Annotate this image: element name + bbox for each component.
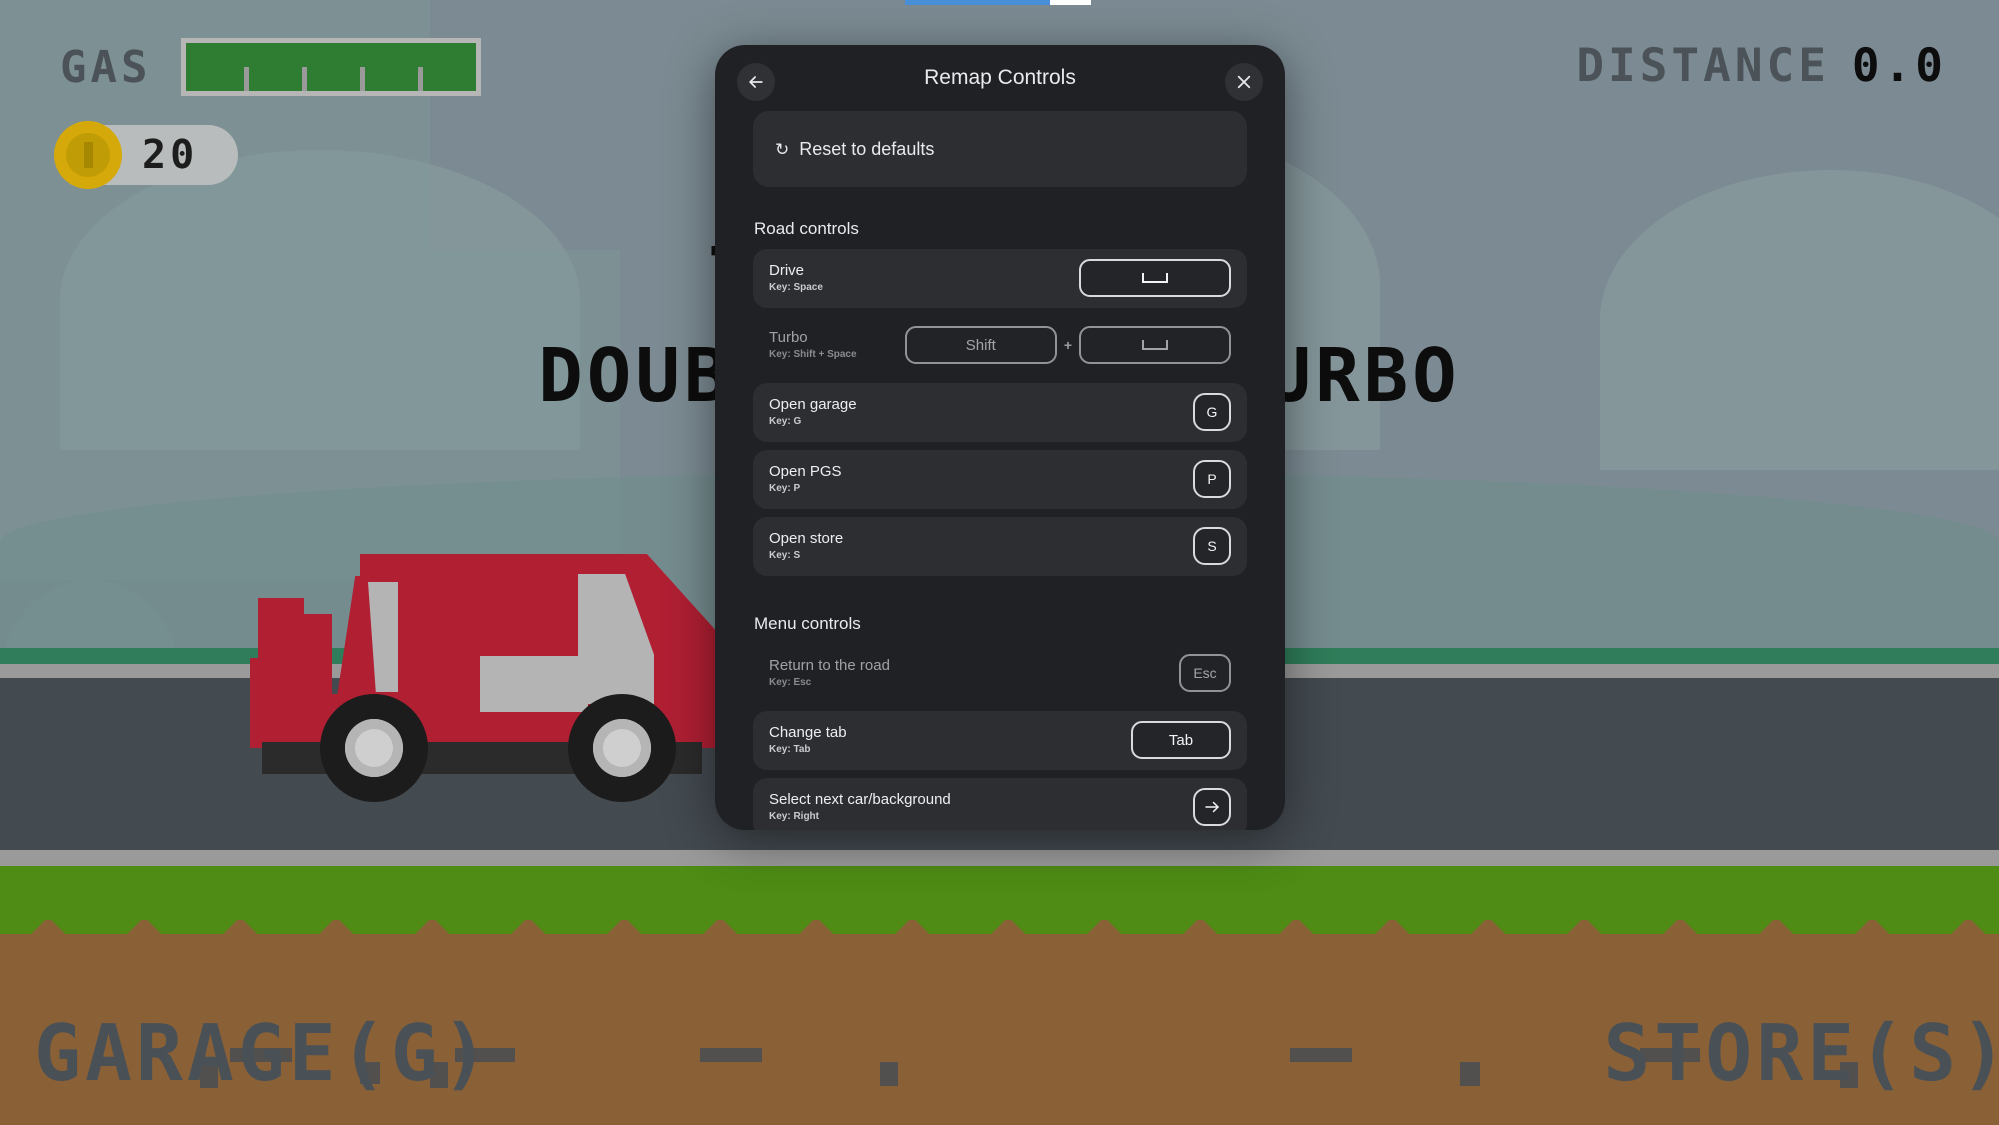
keycap-s[interactable]: S — [1193, 527, 1231, 565]
loading-bar-fill — [905, 0, 1050, 5]
control-name: Open PGS — [769, 462, 842, 480]
control-row[interactable]: Return to the road Key: Esc Esc — [753, 644, 1247, 703]
reset-to-defaults-button[interactable]: ↻ Reset to defaults — [753, 111, 1247, 187]
control-current-key: Key: Space — [769, 282, 823, 294]
keycap-space[interactable] — [1079, 259, 1231, 297]
road-edge-bottom — [0, 850, 1999, 866]
control-row-text: Open garage Key: G — [769, 395, 857, 428]
car-wheel-rear — [320, 694, 428, 802]
coin-badge: 20 — [54, 121, 238, 189]
control-name: Open store — [769, 529, 844, 547]
keycap-shift[interactable]: Shift — [904, 326, 1057, 364]
dialog-header: Remap Controls — [715, 45, 1285, 111]
keycap-group: Shift + — [904, 326, 1231, 364]
control-name: Return to the road — [769, 656, 890, 674]
control-current-key: Key: G — [769, 416, 802, 428]
control-row[interactable]: Select next car/background Key: Right — [753, 778, 1247, 830]
close-button[interactable] — [1225, 63, 1263, 101]
dialog-title: Remap Controls — [924, 66, 1076, 89]
garage-label[interactable]: GARAGE(G) — [34, 1009, 493, 1099]
gas-label: GAS — [60, 41, 152, 93]
control-current-key: Key: Right — [769, 811, 819, 823]
coin-icon — [54, 121, 122, 189]
control-current-key: Key: Esc — [769, 677, 812, 689]
control-row-text: Select next car/background Key: Right — [769, 790, 951, 823]
section-title: Road controls — [754, 219, 859, 238]
keycap-arrow-right[interactable] — [1193, 788, 1231, 826]
store-label[interactable]: STORE(S) — [1603, 1009, 1999, 1099]
reset-to-defaults-label: Reset to defaults — [799, 138, 935, 159]
control-row[interactable]: Drive Key: Space — [753, 249, 1247, 308]
spacebar-icon — [1142, 273, 1168, 283]
control-row-text: Change tab Key: Tab — [769, 723, 847, 756]
remap-controls-dialog: Remap Controls ↻ Reset to defaults Road … — [715, 45, 1285, 830]
keycap-group: S — [1193, 527, 1231, 565]
control-name: Open garage — [769, 395, 857, 413]
distance-readout: DISTANCE 0.0 — [1576, 38, 1947, 92]
gas-bar — [181, 38, 482, 96]
control-row-text: Open store Key: S — [769, 529, 844, 562]
loading-bar — [905, 0, 1091, 5]
control-row[interactable]: Turbo Key: Shift + Space Shift + — [753, 316, 1247, 375]
distance-value: 0.0 — [1851, 38, 1947, 92]
refresh-icon: ↻ — [775, 139, 790, 159]
spacebar-icon — [1142, 340, 1168, 350]
control-current-key: Key: Shift + Space — [769, 349, 857, 361]
arrow-right-icon — [1205, 801, 1219, 813]
keycap-esc[interactable]: Esc — [1179, 654, 1231, 692]
control-row-text: Turbo Key: Shift + Space — [769, 328, 857, 361]
keycap-group: Esc — [1179, 654, 1231, 692]
control-row[interactable]: Open garage Key: G G — [753, 383, 1247, 442]
coin-count: 20 — [142, 132, 199, 178]
keycap-group — [1193, 788, 1231, 826]
control-name: Change tab — [769, 723, 847, 741]
keycap-tab[interactable]: Tab — [1131, 721, 1231, 759]
control-row[interactable]: Open PGS Key: P P — [753, 450, 1247, 509]
keycap-group: Tab — [1131, 721, 1231, 759]
control-row-text: Drive Key: Space — [769, 261, 823, 294]
control-name: Drive — [769, 261, 805, 279]
keycap-group: G — [1193, 393, 1231, 431]
distance-label: DISTANCE — [1576, 38, 1830, 92]
control-current-key: Key: S — [769, 550, 801, 562]
arrow-left-icon — [749, 76, 763, 88]
keycap-group — [1079, 259, 1231, 297]
section-title: Menu controls — [754, 614, 861, 633]
grass-dirt-edge — [0, 900, 1999, 934]
keycap-group: P — [1193, 460, 1231, 498]
control-name: Turbo — [769, 328, 808, 346]
key-combo-plus: + — [1063, 337, 1072, 353]
control-current-key: Key: Tab — [769, 744, 811, 756]
control-row[interactable]: Change tab Key: Tab Tab — [753, 711, 1247, 770]
car-wheel-front — [568, 694, 676, 802]
control-row-text: Open PGS Key: P — [769, 462, 842, 495]
keycap-g[interactable]: G — [1193, 393, 1231, 431]
close-icon — [1237, 75, 1251, 89]
screen: GAS 20 DISTANCE 0.0 TAP TO DRIVE DOUBLE … — [0, 0, 1999, 1125]
control-current-key: Key: P — [769, 483, 801, 495]
control-row-text: Return to the road Key: Esc — [769, 656, 890, 689]
dialog-body[interactable]: ↻ Reset to defaults Road controls Drive Ke… — [715, 111, 1285, 830]
back-button[interactable] — [737, 63, 775, 101]
control-row[interactable]: Open store Key: S S — [753, 517, 1247, 576]
player-car — [250, 546, 720, 802]
control-name: Select next car/background — [769, 790, 951, 808]
control-sections: Road controls Drive Key: Space Turbo Key: Sh… — [753, 219, 1247, 830]
gas-gauge: GAS — [60, 38, 482, 96]
keycap-space[interactable] — [1079, 326, 1231, 364]
keycap-p[interactable]: P — [1193, 460, 1231, 498]
